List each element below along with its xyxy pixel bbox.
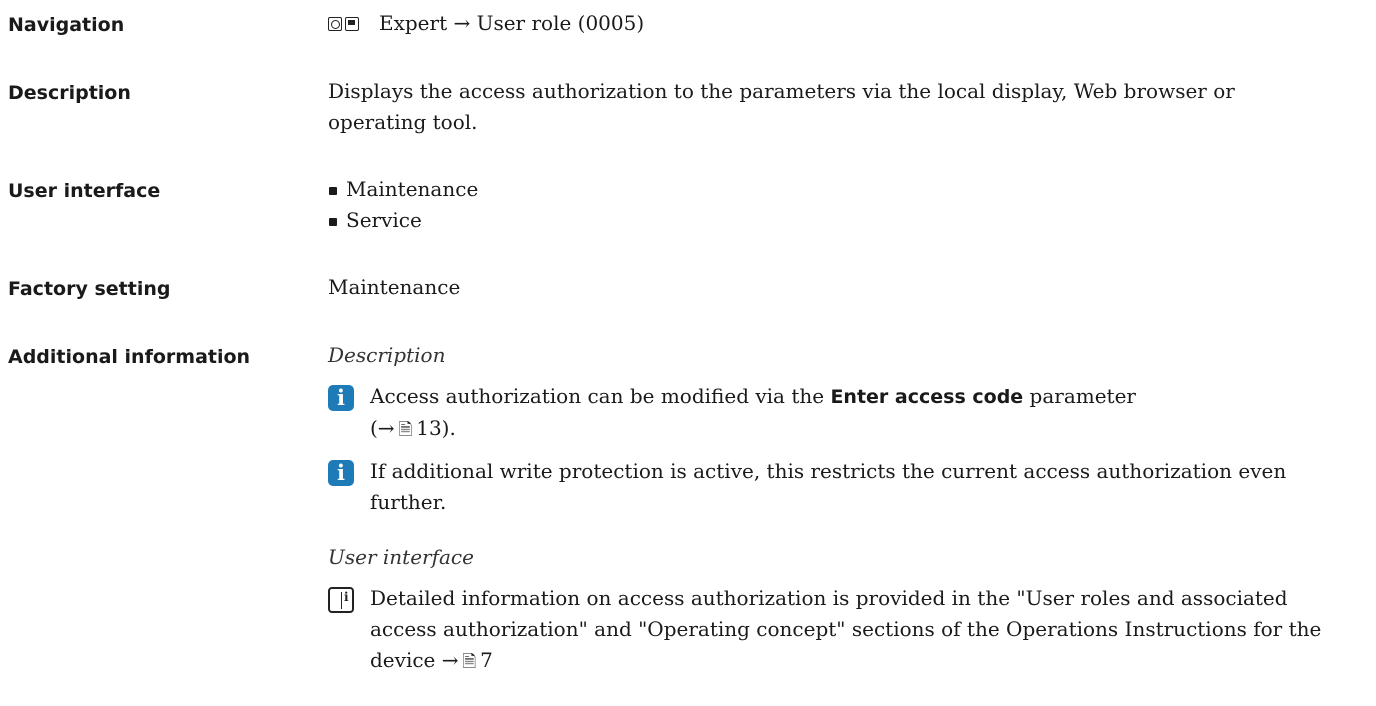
tip-note-write-protection: i If additional write protection is acti… xyxy=(328,456,1328,518)
parameter-description-page: Navigation Expert → User role (0005) Des… xyxy=(0,0,1376,706)
navigation-icons xyxy=(328,16,359,31)
description-label: Description xyxy=(8,82,131,104)
bullet-icon xyxy=(329,187,337,195)
tip-note-access-code: i Access authorization can be modified v… xyxy=(328,381,1328,446)
operating-key-icon xyxy=(328,16,342,31)
info-icon: i xyxy=(328,460,354,486)
user-interface-content: Maintenance Service xyxy=(328,174,1328,236)
navigation-label: Navigation xyxy=(8,14,125,36)
factory-setting-value: Maintenance xyxy=(328,275,461,299)
display-key-icon xyxy=(345,16,359,31)
list-item: Maintenance xyxy=(328,174,1328,205)
additional-information-label: Additional information xyxy=(8,346,251,368)
navigation-content: Expert → User role (0005) xyxy=(328,8,1328,39)
user-interface-subheading: User interface xyxy=(328,545,474,569)
bullet-icon xyxy=(329,218,337,226)
page-reference[interactable]: 7 xyxy=(480,648,493,672)
manual-reference-icon xyxy=(328,587,354,613)
page-reference[interactable]: (→ 🗎 13). xyxy=(370,413,1328,446)
page-reference-icon: 🗎 xyxy=(398,420,413,440)
parameter-name-enter-access-code: Enter access code xyxy=(830,386,1024,408)
description-subheading: Description xyxy=(328,343,446,367)
navigation-path: Expert → User role (0005) xyxy=(379,11,645,35)
list-item: Service xyxy=(328,205,1328,236)
info-icon: i xyxy=(328,385,354,411)
factory-setting-label: Factory setting xyxy=(8,278,171,300)
description-text: Displays the access authorization to the… xyxy=(328,79,1235,134)
manual-reference-note: Detailed information on access authoriza… xyxy=(328,583,1328,678)
page-reference-icon: 🗎 xyxy=(462,652,477,672)
user-interface-label: User interface xyxy=(8,180,161,202)
additional-information-content: Description i Access authorization can b… xyxy=(328,340,1328,678)
user-interface-list: Maintenance Service xyxy=(328,174,1328,236)
